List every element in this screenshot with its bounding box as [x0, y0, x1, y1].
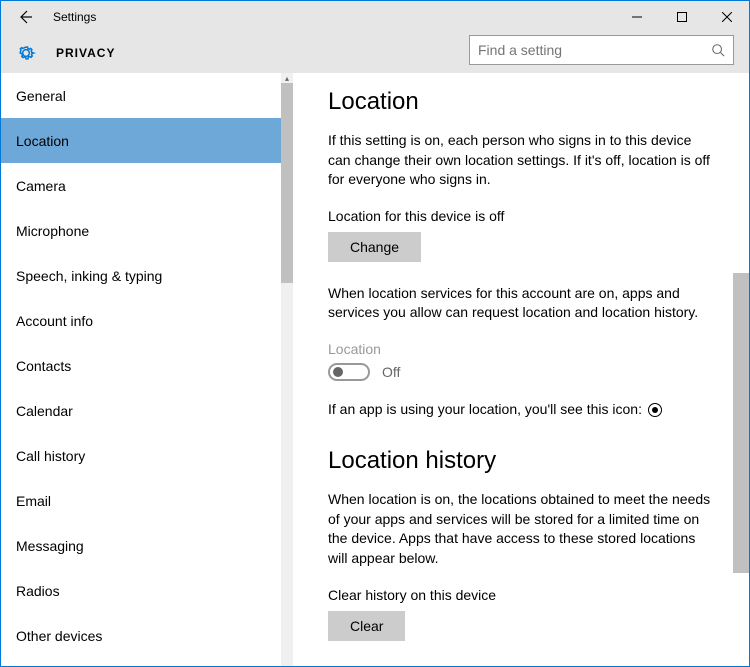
sidebar-item-account-info[interactable]: Account info: [1, 298, 281, 343]
sidebar-item-label: Camera: [16, 178, 66, 194]
header: PRIVACY: [1, 33, 749, 73]
sidebar-item-calendar[interactable]: Calendar: [1, 388, 281, 433]
scroll-up-icon: ▴: [281, 73, 293, 83]
location-heading: Location: [328, 88, 714, 116]
search-input[interactable]: [478, 42, 711, 58]
sidebar-item-label: Messaging: [16, 538, 84, 554]
maximize-icon: [677, 12, 687, 22]
sidebar-item-contacts[interactable]: Contacts: [1, 343, 281, 388]
sidebar-item-label: Call history: [16, 448, 85, 464]
sidebar-item-microphone[interactable]: Microphone: [1, 208, 281, 253]
titlebar: Settings: [1, 1, 749, 33]
history-heading: Location history: [328, 447, 714, 475]
close-button[interactable]: [704, 1, 749, 33]
clear-button[interactable]: Clear: [328, 611, 405, 641]
sidebar-item-label: Location: [16, 133, 69, 149]
main-scrollbar[interactable]: [733, 73, 749, 666]
icon-hint-text: If an app is using your location, you'll…: [328, 401, 642, 417]
page-title: PRIVACY: [56, 46, 115, 60]
sidebar-item-speech-inking-typing[interactable]: Speech, inking & typing: [1, 253, 281, 298]
sidebar-item-label: Radios: [16, 583, 60, 599]
sidebar-item-radios[interactable]: Radios: [1, 568, 281, 613]
history-description: When location is on, the locations obtai…: [328, 490, 714, 568]
toggle-state: Off: [382, 364, 400, 380]
location-toggle[interactable]: [328, 363, 370, 381]
close-icon: [722, 12, 732, 22]
sidebar-scrollbar[interactable]: ▴: [281, 73, 293, 666]
maximize-button[interactable]: [659, 1, 704, 33]
window-title: Settings: [53, 10, 96, 24]
main-content: Location If this setting is on, each per…: [293, 73, 749, 666]
device-status-label: Location for this device is off: [328, 208, 714, 224]
sidebar-item-call-history[interactable]: Call history: [1, 433, 281, 478]
sidebar-item-messaging[interactable]: Messaging: [1, 523, 281, 568]
sidebar-item-label: Contacts: [16, 358, 71, 374]
toggle-knob-icon: [333, 367, 343, 377]
change-button[interactable]: Change: [328, 232, 421, 262]
location-in-use-icon: [648, 403, 662, 417]
sidebar-item-label: General: [16, 88, 66, 104]
sidebar-item-label: Account info: [16, 313, 93, 329]
sidebar-item-other-devices[interactable]: Other devices: [1, 613, 281, 658]
services-description: When location services for this account …: [328, 284, 714, 323]
location-description: If this setting is on, each person who s…: [328, 131, 714, 190]
search-icon: [711, 43, 725, 57]
clear-history-label: Clear history on this device: [328, 587, 714, 603]
sidebar-item-email[interactable]: Email: [1, 478, 281, 523]
location-toggle-label: Location: [328, 341, 714, 357]
minimize-button[interactable]: [614, 1, 659, 33]
sidebar-item-label: Email: [16, 493, 51, 509]
sidebar-item-label: Speech, inking & typing: [16, 268, 162, 284]
scroll-thumb[interactable]: [281, 83, 293, 283]
sidebar-item-label: Calendar: [16, 403, 73, 419]
sidebar-item-label: Microphone: [16, 223, 89, 239]
minimize-icon: [632, 12, 642, 22]
sidebar: General Location Camera Microphone Speech, i…: [1, 73, 293, 666]
gear-icon: [16, 43, 36, 63]
sidebar-item-location[interactable]: Location: [1, 118, 281, 163]
search-box[interactable]: [469, 35, 734, 65]
sidebar-item-camera[interactable]: Camera: [1, 163, 281, 208]
sidebar-item-general[interactable]: General: [1, 73, 281, 118]
back-button[interactable]: [1, 1, 49, 33]
main-scroll-thumb[interactable]: [733, 273, 749, 573]
sidebar-item-label: Other devices: [16, 628, 102, 644]
back-arrow-icon: [17, 9, 33, 25]
location-icon-hint: If an app is using your location, you'll…: [328, 401, 714, 417]
